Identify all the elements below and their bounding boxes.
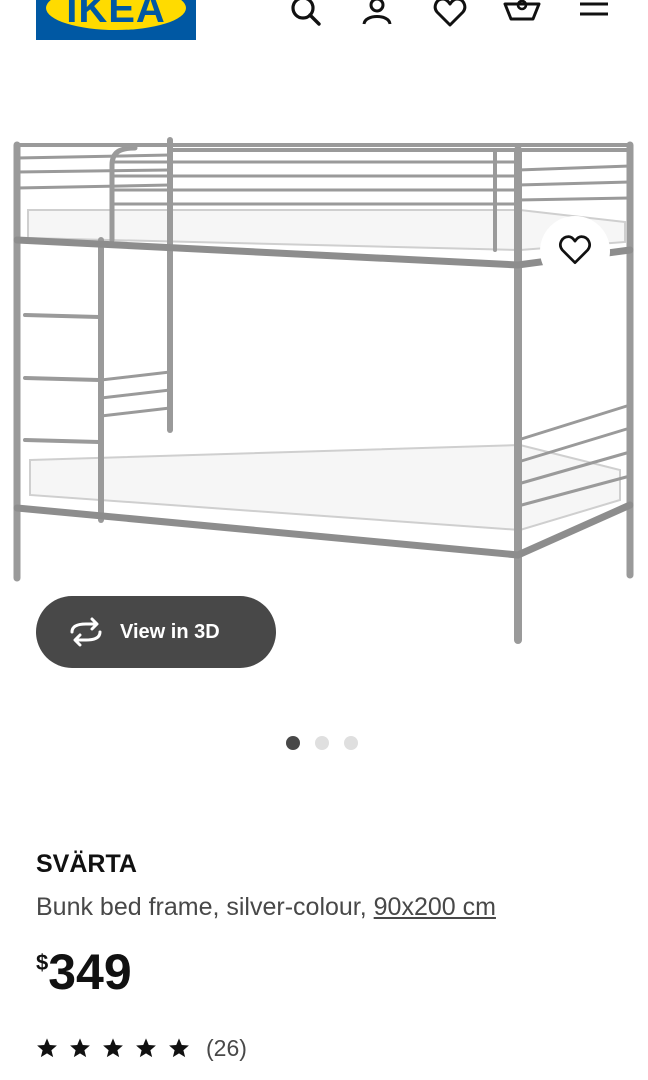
- heart-outline-icon: [559, 235, 591, 265]
- star-icon: [37, 1038, 57, 1058]
- price-currency: $: [36, 950, 49, 975]
- product-name: SVÄRTA: [36, 850, 137, 878]
- rotate-3d-icon: [70, 617, 102, 647]
- product-description: Bunk bed frame, silver-colour, 90x200 cm: [36, 893, 496, 922]
- product-rating[interactable]: (26): [36, 1032, 247, 1064]
- star-icon: [70, 1038, 90, 1058]
- product-description-text: Bunk bed frame, silver-colour,: [36, 893, 374, 921]
- ikea-logo[interactable]: IKEA: [36, 0, 196, 40]
- carousel-dots: [286, 736, 358, 750]
- site-header: IKEA: [0, 0, 648, 60]
- view-in-3d-label: View in 3D: [120, 620, 220, 643]
- product-image-gallery[interactable]: [0, 110, 648, 670]
- menu-icon[interactable]: [574, 0, 614, 34]
- carousel-dot[interactable]: [286, 736, 300, 750]
- cart-icon[interactable]: [502, 0, 542, 34]
- carousel-dot[interactable]: [344, 736, 358, 750]
- add-to-wishlist-button[interactable]: [540, 216, 610, 286]
- logo-text: IKEA: [66, 0, 166, 31]
- price-amount: 349: [48, 944, 132, 1000]
- carousel-dot[interactable]: [315, 736, 329, 750]
- search-icon[interactable]: [285, 0, 325, 34]
- product-price: $349: [36, 944, 132, 1004]
- size-link[interactable]: 90x200 cm: [374, 893, 496, 921]
- view-in-3d-button[interactable]: View in 3D: [36, 596, 276, 668]
- heart-icon[interactable]: [430, 0, 470, 34]
- rating-stars: [36, 1037, 190, 1059]
- review-count: (26): [206, 1034, 247, 1061]
- star-icon: [103, 1038, 123, 1058]
- bunk-bed-image: [13, 137, 634, 644]
- user-icon[interactable]: [357, 0, 397, 34]
- star-icon: [169, 1038, 189, 1058]
- star-icon: [136, 1038, 156, 1058]
